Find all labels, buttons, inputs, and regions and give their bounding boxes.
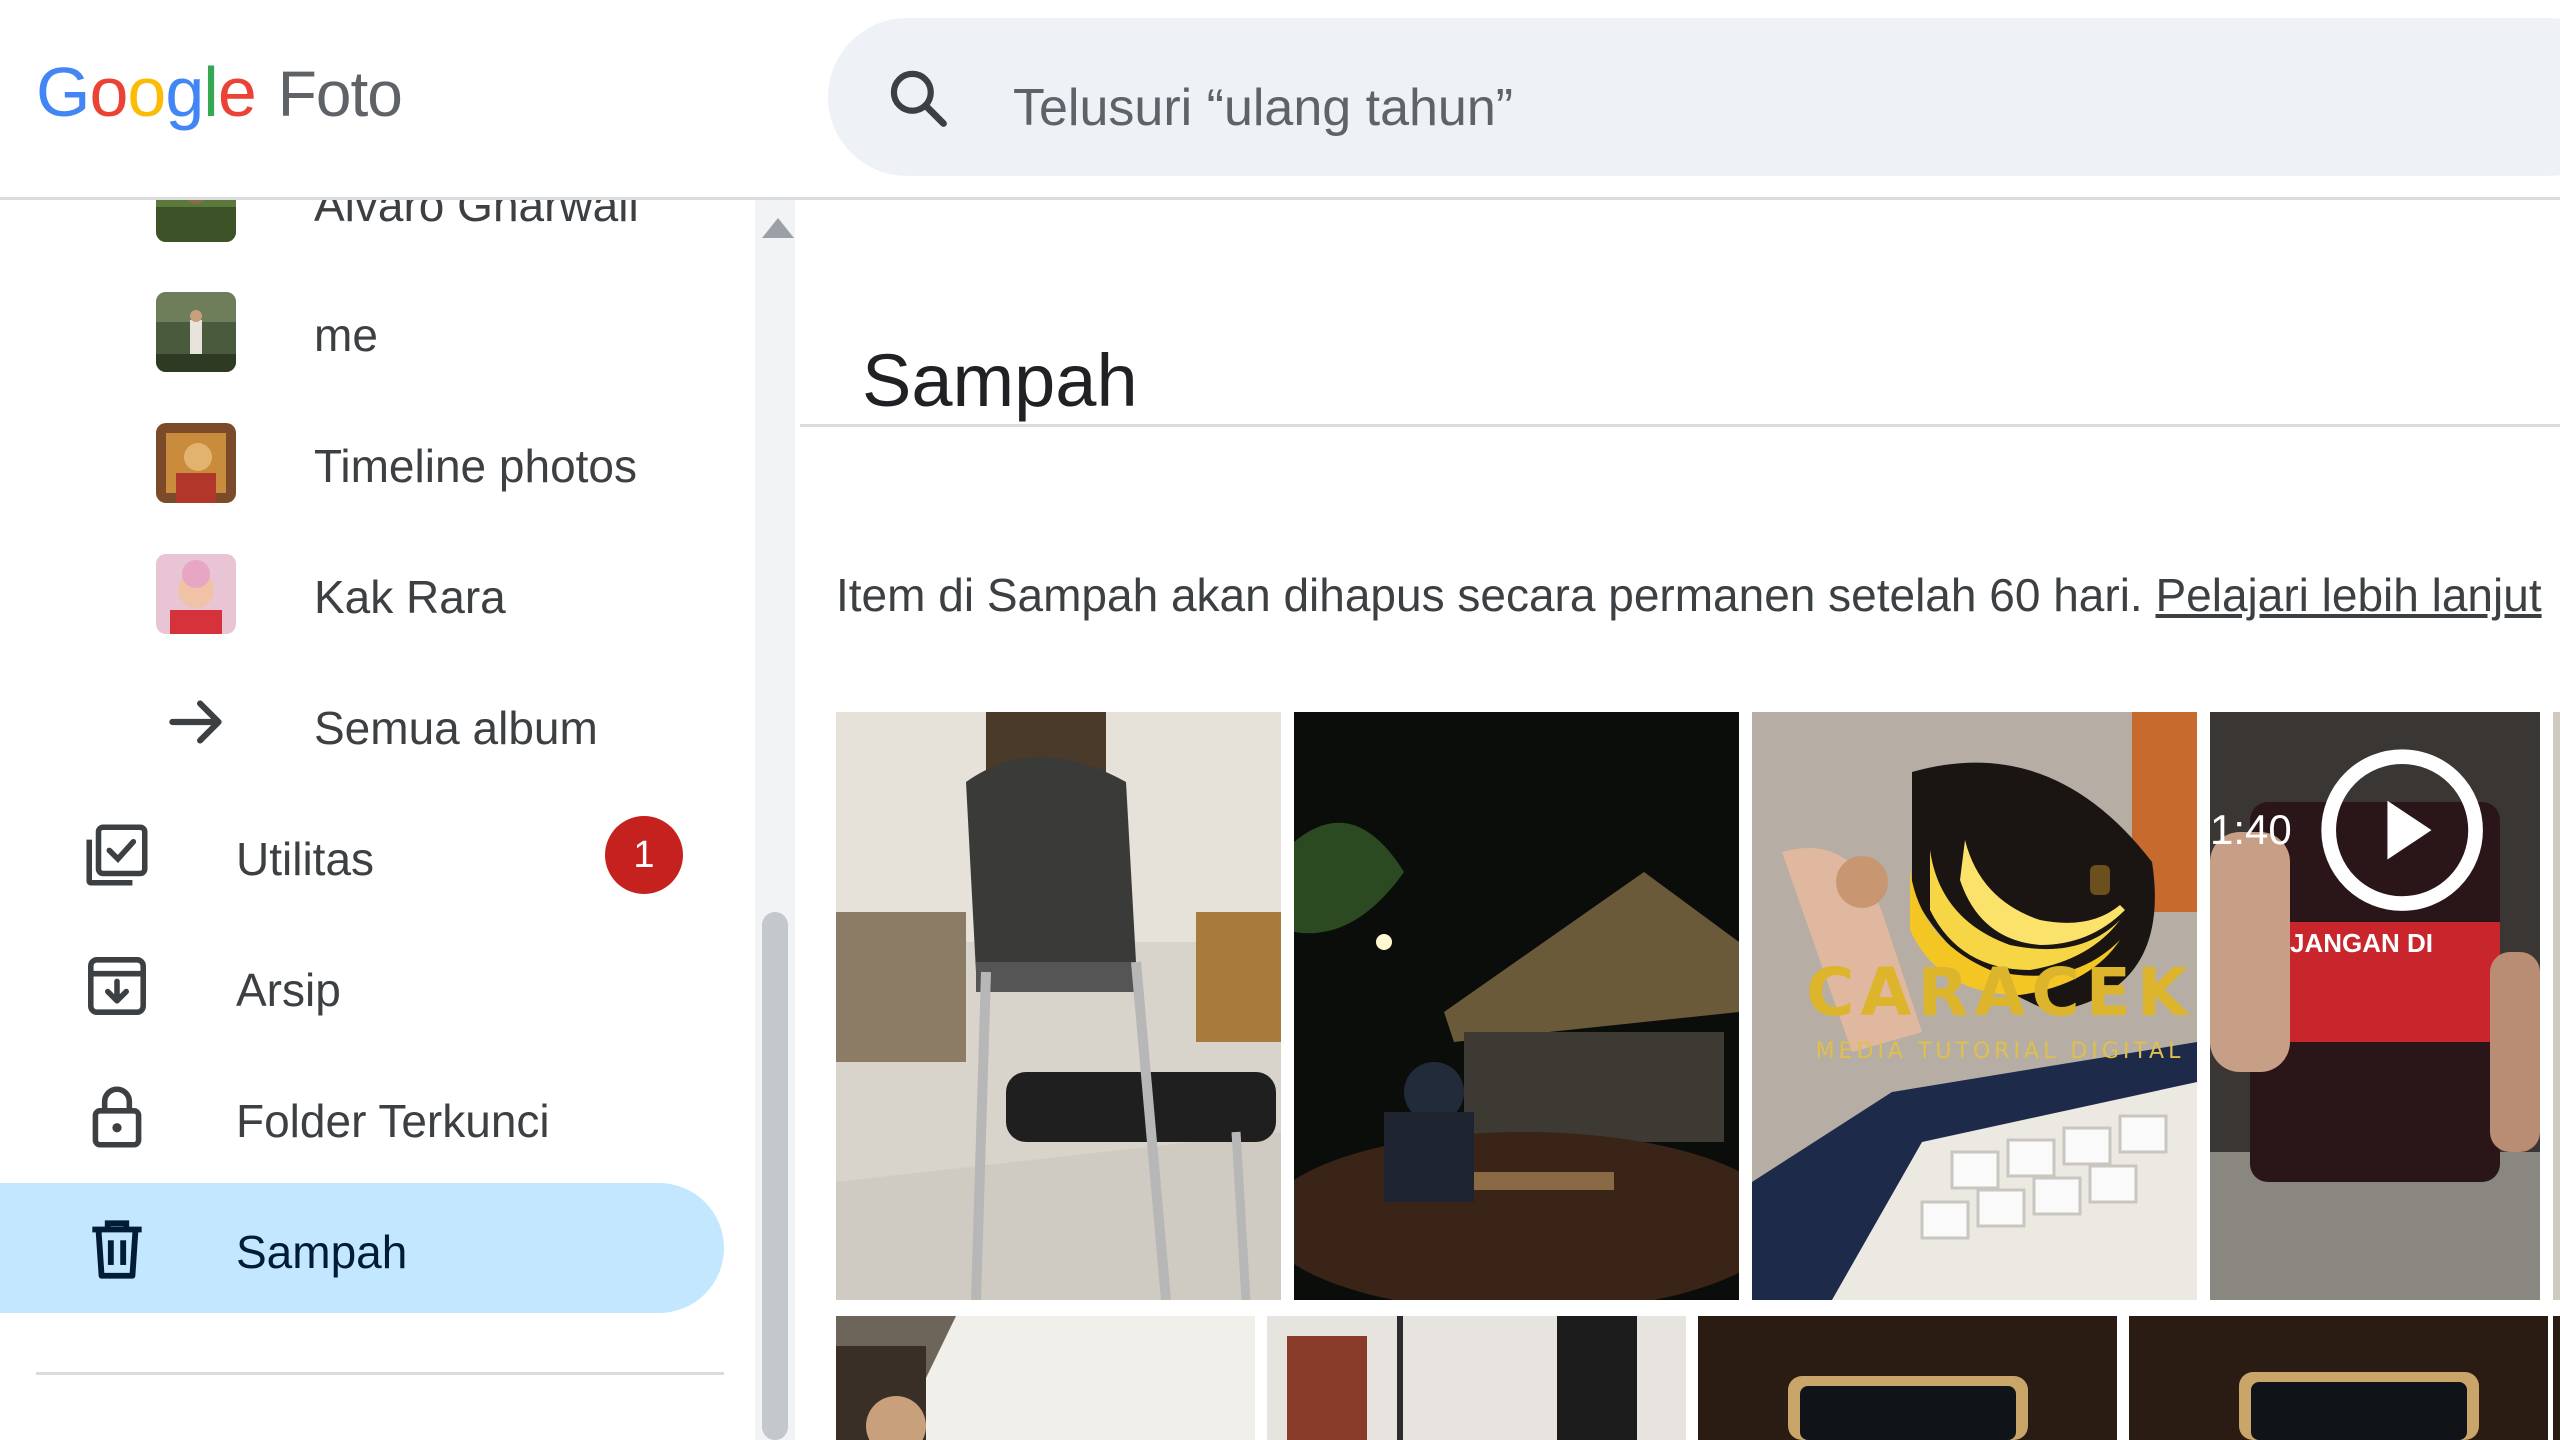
album-label: me — [314, 309, 378, 361]
photo-image — [2129, 1316, 2548, 1440]
nav-label: Arsip — [236, 964, 341, 1016]
logo-google-text: Google — [36, 53, 257, 131]
photo-thumbnail[interactable] — [836, 1316, 1255, 1440]
play-icon — [2321, 749, 2483, 911]
search-icon[interactable] — [884, 64, 952, 132]
page-title: Sampah — [862, 338, 1138, 422]
sidebar-album-me[interactable]: me — [0, 266, 720, 396]
album-label: Timeline photos — [314, 440, 638, 492]
search-input[interactable]: Telusuri “ulang tahun” — [1013, 78, 1513, 138]
photo-thumbnail[interactable] — [1752, 712, 2197, 1300]
nav-label: Sampah — [236, 1226, 408, 1278]
search-bar[interactable]: Telusuri “ulang tahun” — [828, 18, 2560, 176]
nav-label: Folder Terkunci — [236, 1095, 550, 1147]
photo-thumbnail[interactable] — [1267, 1316, 1686, 1440]
sidebar-item-arsip[interactable]: Arsip — [0, 921, 720, 1051]
photo-image — [1267, 1316, 1686, 1440]
video-duration: 1:40 — [2210, 806, 2292, 854]
sidebar-album-timeline-photos[interactable]: Timeline photos — [0, 397, 720, 527]
photo-image — [1752, 712, 2197, 1300]
sidebar-divider — [36, 1372, 724, 1375]
notification-badge: 1 — [605, 816, 683, 894]
photo-image — [1698, 1316, 2117, 1440]
arrow-right-icon — [169, 700, 222, 744]
sidebar: Alvaro Gharwali me Timeline photos Kak R… — [0, 200, 760, 1440]
photo-image — [836, 1316, 1255, 1440]
video-thumbnail[interactable]: JANGAN DI 1:40 — [2210, 712, 2540, 1300]
info-message: Item di Sampah akan dihapus secara perma… — [836, 569, 2143, 621]
nav-label: Utilitas — [236, 833, 375, 885]
sidebar-item-sampah[interactable]: Sampah — [0, 1183, 724, 1313]
album-label: Kak Rara — [314, 571, 506, 623]
album-thumbnail — [156, 423, 236, 503]
photo-thumbnail[interactable] — [836, 712, 1281, 1300]
album-thumbnail — [156, 200, 236, 242]
photo-thumbnail[interactable] — [2553, 1316, 2560, 1440]
lock-icon — [92, 1086, 142, 1148]
utilities-icon — [86, 824, 148, 886]
sidebar-item-folder-terkunci[interactable]: Folder Terkunci — [0, 1052, 720, 1182]
album-thumbnail — [156, 292, 236, 372]
all-albums-label: Semua album — [314, 702, 598, 754]
title-divider — [800, 424, 2560, 427]
main-content: Sampah Item di Sampah akan dihapus secar… — [800, 200, 2560, 1440]
scroll-up-arrow-icon[interactable] — [762, 218, 794, 238]
album-label: Alvaro Gharwali — [314, 200, 639, 231]
sidebar-scrollbar-thumb[interactable] — [762, 912, 788, 1440]
sidebar-all-albums[interactable]: Semua album — [0, 659, 720, 789]
photo-thumbnail[interactable] — [1294, 712, 1739, 1300]
app-header: Google Foto Telusuri “ulang tahun” — [0, 0, 2560, 200]
archive-icon — [88, 957, 146, 1015]
learn-more-link[interactable]: Pelajari lebih lanjut — [2155, 569, 2541, 621]
google-photos-logo[interactable]: Google Foto — [36, 52, 403, 142]
photo-image — [1294, 712, 1739, 1300]
svg-text:JANGAN DI: JANGAN DI — [2290, 928, 2433, 958]
photo-image — [836, 712, 1281, 1300]
photo-thumbnail[interactable] — [1698, 1316, 2117, 1440]
sidebar-album-partial[interactable]: Alvaro Gharwali — [0, 200, 720, 266]
photo-thumbnail[interactable] — [2129, 1316, 2548, 1440]
video-overlay: 1:40 — [2210, 742, 2490, 918]
trash-info-text: Item di Sampah akan dihapus secara perma… — [836, 568, 2542, 622]
sidebar-album-kak-rara[interactable]: Kak Rara — [0, 528, 720, 658]
album-thumbnail — [156, 554, 236, 634]
photo-thumbnail[interactable] — [2553, 712, 2560, 1300]
trash-icon — [92, 1220, 142, 1279]
sidebar-item-utilitas[interactable]: Utilitas 1 — [0, 790, 720, 920]
logo-product-text: Foto — [277, 58, 403, 130]
